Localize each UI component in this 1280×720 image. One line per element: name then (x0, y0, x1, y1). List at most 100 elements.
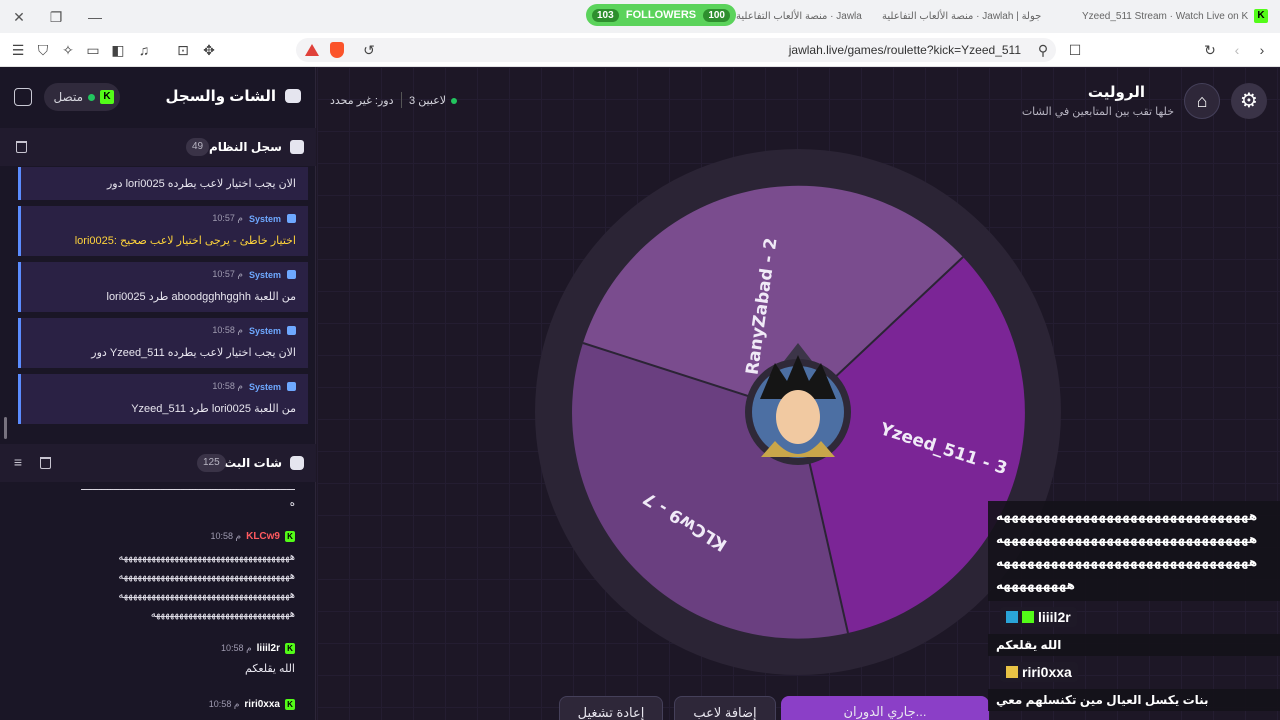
align-icon[interactable]: ≡ (9, 453, 27, 471)
followers-badge: 103 FOLLOWERS 100 (586, 4, 736, 26)
players-dot (451, 97, 458, 104)
stream-overlay-chat: ههههههههههههههههههههههههههههههههه هههههه… (988, 501, 1280, 711)
info-icon (290, 140, 304, 154)
share-icon[interactable]: ↺ (360, 41, 378, 59)
shield-icon[interactable]: ⛉ (34, 41, 52, 59)
forward-icon[interactable]: › (1253, 41, 1271, 59)
log-sender: System (248, 269, 281, 280)
extensions-icon[interactable]: ✥ (200, 41, 218, 59)
system-icon (287, 382, 296, 391)
stream-chat-header: شات البث 125 ≡ (0, 444, 316, 482)
players-text: 3 لاعبين (409, 95, 447, 107)
tabs-icon[interactable]: ▭ (84, 41, 102, 59)
system-icon (287, 326, 296, 335)
chat-message: 10:58 م liiil2r K الله يقلعكم (19, 643, 295, 679)
roulette-wheel[interactable]: RanyZabad - 2 Yzeed_511 - 3 KLCw9 - 7 (535, 149, 1061, 675)
system-icon (287, 214, 296, 223)
minimize-window-icon[interactable]: — (86, 8, 104, 26)
pin-icon[interactable]: ✧ (59, 41, 77, 59)
chat-message: ــــــــــــــــــــــــــــــــــــــــ… (19, 480, 295, 510)
tab-jawlah-2[interactable]: منصة الألعاب التفاعلية · Jawlah | جولة (882, 4, 1072, 29)
tab-jawlah-1[interactable]: منصة الألعاب التفاعلية · Jawlah | جولة (736, 4, 862, 29)
log-time: 10:57 م (212, 269, 243, 279)
reload-icon[interactable]: ↻ (1201, 41, 1219, 59)
chat-time: 10:58 م (208, 699, 240, 709)
music-icon[interactable]: ♫ (135, 41, 153, 59)
chat-body: الله يقلعكم (245, 663, 295, 675)
back-icon[interactable]: ‹ (1228, 41, 1246, 59)
chat-meta: 10:58 م KLCw9 K (19, 531, 295, 542)
kick-favicon-icon: K (1254, 9, 1268, 23)
sidebar-icon[interactable]: ◧ (109, 41, 127, 59)
chat-time: 10:58 م (221, 643, 252, 653)
trash-icon[interactable] (16, 141, 27, 153)
overlay-line: هههههههههه (996, 578, 1075, 592)
followers-right-count: 100 (703, 8, 730, 22)
overlay-line: ههههههههههههههههههههههههههههههههه (996, 555, 1258, 569)
log-meta: 10:58 م System (212, 325, 296, 336)
settings-button[interactable]: ⚙ (1231, 83, 1267, 119)
overlay-username-text: liiil2r (1038, 609, 1071, 625)
home-button[interactable]: ⌂ (1184, 83, 1220, 119)
log-meta: 10:57 م System (212, 213, 296, 224)
overlay-line: ههههههههههههههههههههههههههههههههه (996, 509, 1258, 523)
scrollbar-thumb[interactable] (4, 417, 7, 439)
system-log-count: 49 (186, 138, 210, 156)
log-entry: 10:58 م System Yzeed_511 طرد lori0025 من … (18, 374, 308, 424)
screenshot-icon[interactable]: ⊡ (174, 41, 192, 59)
log-time: 10:58 م (212, 381, 243, 391)
restart-button[interactable]: إعادة تشغيل (559, 696, 663, 720)
chat-message: 10:58 م KLCw9 K هههههههههههههههههههههههه… (19, 531, 295, 624)
address-bar[interactable]: jawlah.live/games/roulette?kick=Yzeed_51… (296, 38, 1056, 62)
overlay-message-block: ههههههههههههههههههههههههههههههههه هههههه… (988, 501, 1280, 601)
site-settings-icon[interactable]: ⚲ (1034, 41, 1052, 59)
trash-icon[interactable] (40, 457, 51, 469)
log-entry: 10:58 م System دور Yzeed_511 الان يجب اخت… (18, 318, 308, 368)
panel-title: الشات والسجل (165, 88, 276, 105)
badge-icon (1022, 611, 1034, 623)
browser-titlebar: ✕ ❐ — 103 FOLLOWERS 100 منصة الألعاب الت… (0, 0, 1280, 33)
chat-log-panel: الشات والسجل متصل K سجل النظام 49 دور lo… (0, 67, 316, 720)
overlay-line: بنات يكسل العيال مين تكنسلهم معي (996, 693, 1209, 707)
kick-logo-icon: K (285, 531, 295, 542)
brave-shield-icon[interactable] (330, 42, 344, 58)
chat-time: 10:58 م (210, 531, 242, 541)
add-player-button[interactable]: إضافة لاعب (674, 696, 776, 720)
log-sender: System (248, 325, 281, 336)
connection-status: متصل K (44, 83, 120, 111)
chat-bubble-icon (285, 89, 301, 103)
bookmark-icon[interactable]: ☐ (1066, 41, 1084, 59)
chat-log-header: الشات والسجل متصل K (0, 67, 316, 125)
followers-left-count: 103 (592, 8, 619, 22)
status-dot (88, 93, 95, 101)
close-window-icon[interactable]: ✕ (10, 8, 28, 26)
spinning-button[interactable]: جاري الدوران... (781, 696, 989, 720)
overlay-username: riri0xxa (1000, 662, 1078, 682)
avatar-face (776, 390, 820, 444)
log-entry: 10:57 م System lori0025 طرد aboodgghhgghh… (18, 262, 308, 312)
stream-chat-count: 125 (197, 454, 226, 472)
brave-rewards-icon[interactable] (305, 44, 319, 56)
log-text: lori0025: اختيار خاطئ - يرجى اختيار لاعب… (74, 235, 296, 247)
log-text: دور lori0025 الان يجب اختيار لاعب يطرده (106, 178, 296, 190)
chat-bubble-icon (290, 456, 304, 470)
chat-username[interactable]: KLCw9 (246, 531, 280, 542)
restore-window-icon[interactable]: ❐ (47, 8, 65, 26)
menu-icon[interactable]: ☰ (9, 41, 27, 59)
log-entry: دور lori0025 الان يجب اختيار لاعب يطرده (18, 167, 308, 200)
chat-message: 10:58 م riri0xxa K (19, 699, 295, 710)
kick-logo-icon: K (285, 643, 295, 654)
collapse-panel-icon[interactable] (14, 88, 32, 106)
log-sender: System (248, 213, 281, 224)
log-time: 10:57 م (212, 213, 243, 223)
turn-indicator: دور: غير محدد (330, 95, 394, 107)
badge-icon (1006, 611, 1018, 623)
chat-username[interactable]: liiil2r (257, 643, 280, 654)
log-text: Yzeed_511 طرد lori0025 من اللعبة (131, 403, 296, 415)
overlay-user-row: liiil2r (988, 601, 1280, 634)
gear-icon: ⚙ (1240, 90, 1258, 112)
chat-username[interactable]: riri0xxa (244, 699, 280, 710)
followers-label: FOLLOWERS (625, 9, 697, 21)
tab-kick-stream[interactable]: Yzeed_511 Stream · Watch Live on Kick (1082, 4, 1248, 29)
log-meta: 10:58 م System (212, 381, 296, 392)
